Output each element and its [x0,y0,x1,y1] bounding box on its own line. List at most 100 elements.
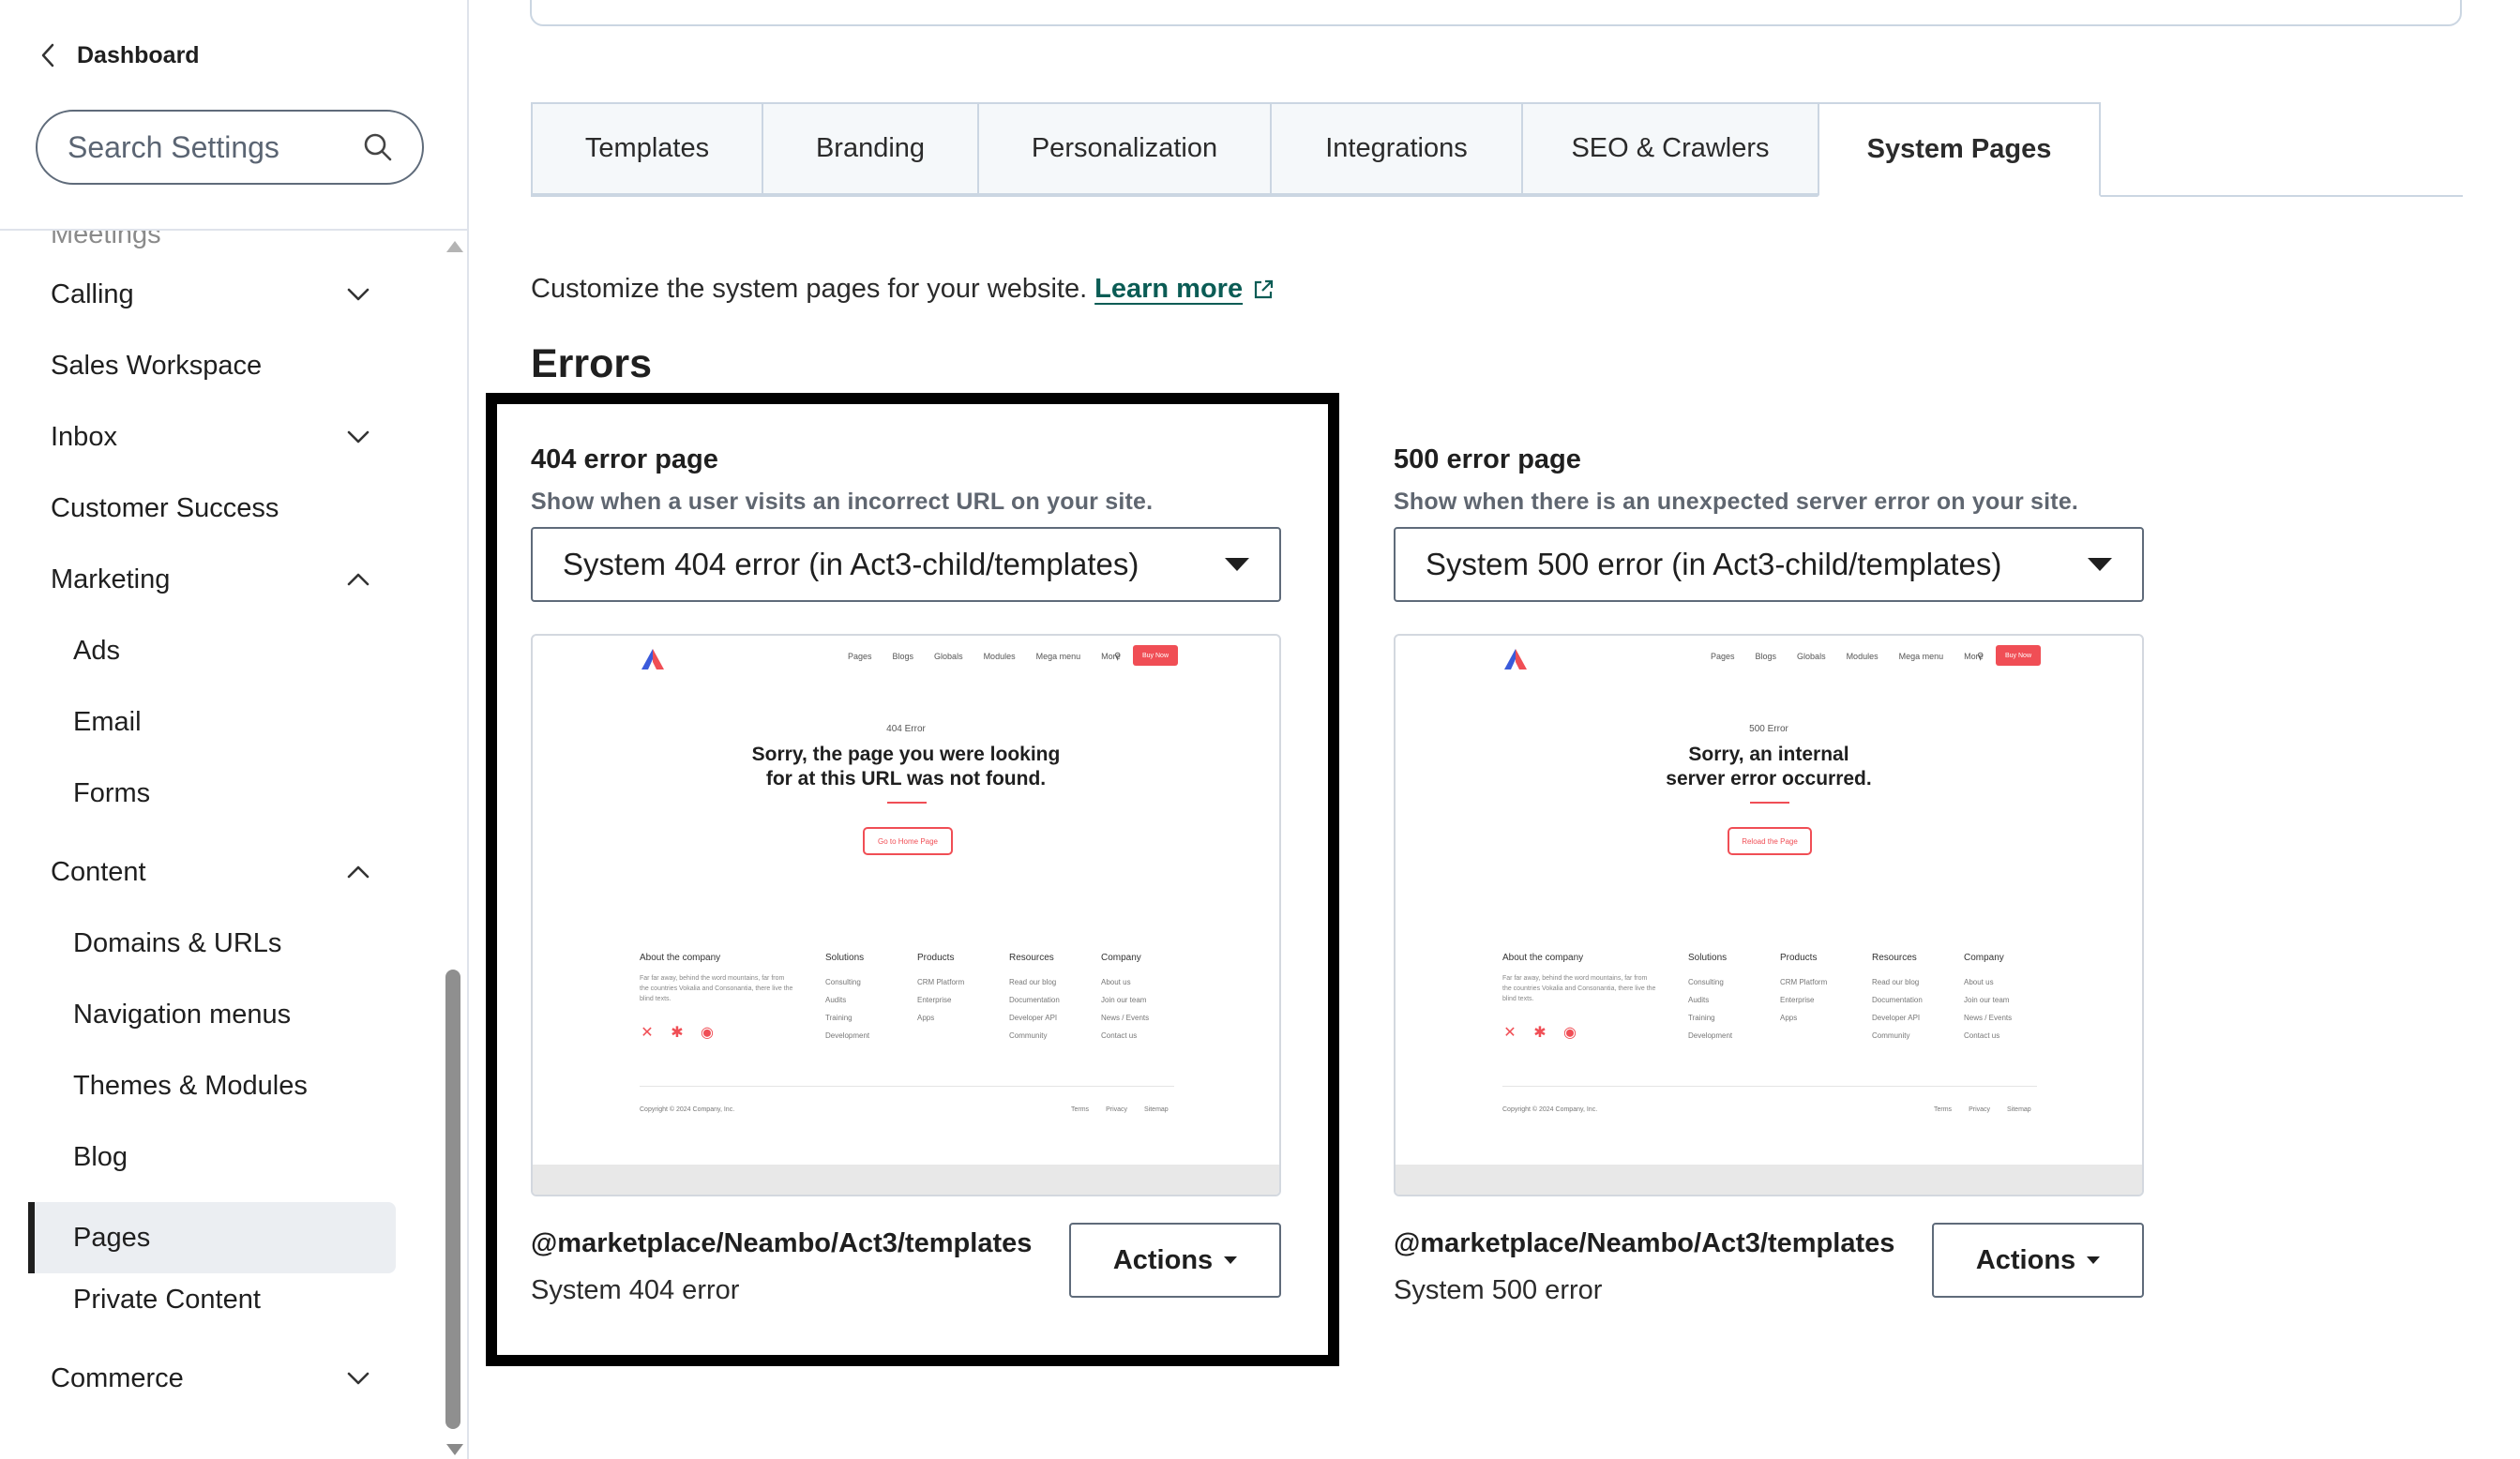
github-icon: ◉ [701,1025,714,1041]
x-icon: ✕ [1503,1025,1517,1041]
caret-down-icon [1225,558,1249,571]
card-footer: @marketplace/Neambo/Act3/templates Syste… [1394,1223,2144,1311]
actions-label: Actions [1112,1244,1214,1275]
intro-line: Customize the system pages for your webs… [531,274,1275,305]
chevron-down-icon [347,1372,370,1385]
preview-col-items: Read our blog Documentation Developer AP… [1009,978,1060,1040]
preview-col-items: About us Join our team News / Events Con… [1101,978,1150,1040]
sidebar-item-domains-urls[interactable]: Domains & URLs [0,908,396,979]
preview-eyebrow: 500 Error [1749,724,1788,734]
preview-col-head: Solutions [825,953,865,963]
sidebar-item-blog[interactable]: Blog [0,1121,396,1193]
actions-button-404[interactable]: Actions [1069,1223,1281,1298]
preview-search-icon: ⚲ [1977,652,1984,662]
template-select-500[interactable]: System 500 error (in Act3-child/template… [1394,527,2144,602]
preview-copyright: Copyright © 2024 Company, Inc. [1502,1106,1598,1113]
preview-heading: Sorry, the page you were looking for at … [751,744,1061,790]
error-card-500: 500 error page Show when there is an une… [1394,444,2144,1311]
preview-buy-button: Buy Now [1996,645,2041,666]
sidebar-item-forms[interactable]: Forms [0,758,396,829]
preview-nav-item: Blogs [1755,652,1777,661]
preview-col-head: Company [1101,953,1141,963]
card-title: 500 error page [1394,444,1581,474]
search-settings-input[interactable] [68,129,362,165]
preview-nav-item: Globals [934,652,963,661]
sidebar-item-calling[interactable]: Calling [0,259,396,330]
sidebar-item-pages[interactable]: Pages [28,1202,396,1273]
sidebar-item-customer-success[interactable]: Customer Success [0,473,396,544]
scroll-down-arrow-icon[interactable] [446,1444,463,1455]
sidebar-item-label: Pages [73,1222,151,1253]
preview-legal-link: Privacy [1969,1106,1991,1113]
preview-nav-item: Modules [1846,652,1879,661]
sidebar-item-label: Inbox [51,421,117,452]
sidebar-item-themes-modules[interactable]: Themes & Modules [0,1050,396,1121]
learn-more-label: Learn more [1094,274,1244,304]
sidebar-item-content[interactable]: Content [0,836,396,908]
sidebar-item-sales-workspace[interactable]: Sales Workspace [0,330,396,401]
sidebar-item-label: Marketing [51,564,171,594]
preview-divider [640,1086,1174,1087]
search-settings-box[interactable] [36,110,424,185]
sidebar-item-label: Customer Success [51,492,279,523]
preview-cta-button: Reload the Page [1728,827,1812,855]
preview-search-icon: ⚲ [1114,652,1122,662]
preview-col-items: CRM Platform Enterprise Apps [917,978,965,1022]
scrollbar-thumb[interactable] [445,970,460,1429]
caret-down-icon [2088,558,2112,571]
select-value: System 404 error (in Act3-child/template… [563,547,1139,581]
tab-seo-crawlers[interactable]: SEO & Crawlers [1521,102,1818,195]
settings-sidebar: Dashboard Meetings Calling Sales Workspa… [0,0,469,1459]
section-title-errors: Errors [531,341,653,386]
brand-logo-icon [1504,649,1527,669]
preview-500: Pages Blogs Globals Modules Mega menu Mo… [1394,634,2144,1196]
preview-divider [1502,1086,2037,1087]
sidebar-item-commerce[interactable]: Commerce [0,1343,396,1414]
preview-bottom-bar [533,1165,1279,1195]
chevron-up-icon [347,573,370,586]
sidebar-item-email[interactable]: Email [0,686,396,758]
sidebar-scrollbar[interactable] [441,236,467,1459]
sidebar-item-label: Sales Workspace [51,350,263,381]
tab-personalization[interactable]: Personalization [977,102,1270,195]
preview-legal-link: Privacy [1106,1106,1128,1113]
sidebar-item-inbox[interactable]: Inbox [0,401,396,473]
preview-nav-item: Globals [1797,652,1826,661]
scroll-up-arrow-icon[interactable] [446,241,463,252]
search-icon[interactable] [362,131,394,163]
preview-nav-item: Mega menu [1035,652,1081,661]
actions-label: Actions [1975,1244,2076,1275]
actions-button-500[interactable]: Actions [1932,1223,2144,1298]
tab-templates[interactable]: Templates [531,102,762,195]
sidebar-item-label: Forms [73,777,151,808]
tab-branding[interactable]: Branding [762,102,977,195]
tab-integrations[interactable]: Integrations [1270,102,1521,195]
preview-legal-link: Terms [1071,1106,1090,1113]
preview-nav-item: Blogs [892,652,914,661]
learn-more-link[interactable]: Learn more [1094,274,1275,305]
template-select-404[interactable]: System 404 error (in Act3-child/template… [531,527,1281,602]
external-link-icon [1254,279,1274,298]
intro-text: Customize the system pages for your webs… [531,274,1088,304]
caret-down-icon [1224,1256,1238,1264]
preview-col-items: Read our blog Documentation Developer AP… [1872,978,1923,1040]
sidebar-item-navigation-menus[interactable]: Navigation menus [0,979,396,1050]
sidebar-item-label: Commerce [51,1362,184,1393]
preview-legal-links: Terms Privacy Sitemap [1934,1106,2031,1113]
sidebar-item-label: Meetings [51,231,161,249]
sidebar-item-marketing[interactable]: Marketing [0,544,396,615]
tab-system-pages[interactable]: System Pages [1818,102,2101,197]
card-description: Show when a user visits an incorrect URL… [531,489,1154,515]
card-footer: @marketplace/Neambo/Act3/templates Syste… [531,1223,1281,1311]
preview-about-head: About the company [1502,953,1584,963]
preview-accent-rule [1750,802,1789,804]
preview-about-text: Far far away, behind the word mountains,… [1502,975,1656,1002]
preview-bottom-bar [1396,1165,2142,1195]
preview-nav-item: Modules [983,652,1016,661]
back-to-dashboard-link[interactable]: Dashboard [38,41,200,69]
sidebar-item-ads[interactable]: Ads [0,615,396,686]
back-label: Dashboard [77,41,200,68]
preview-heading: Sorry, an internal server error occurred… [1666,744,1872,790]
sidebar-item-private-content[interactable]: Private Content [0,1264,396,1335]
preview-nav-item: Pages [848,652,872,661]
